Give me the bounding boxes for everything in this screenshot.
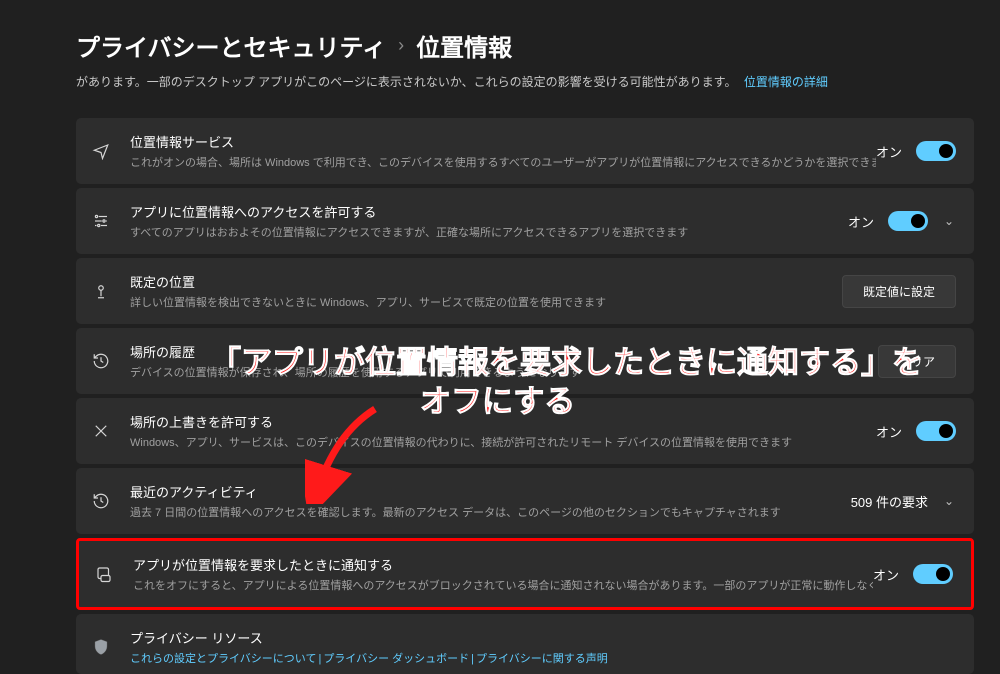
row-title: アプリが位置情報を要求したときに通知する (133, 555, 873, 574)
breadcrumb-parent[interactable]: プライバシーとセキュリティ (76, 28, 386, 63)
row-desc: これをオフにすると、アプリによる位置情報へのアクセスがブロックされている場合に通… (133, 577, 873, 593)
clear-button[interactable]: クリア (878, 345, 956, 378)
link-about-settings[interactable]: これらの設定とプライバシーについて (130, 653, 316, 665)
learn-more-link[interactable]: 位置情報の詳細 (744, 75, 828, 89)
row-recent-activity[interactable]: 最近のアクティビティ 過去 7 日間の位置情報へのアクセスを確認します。最新のア… (76, 468, 974, 534)
shield-icon (90, 636, 112, 658)
row-title: 既定の位置 (130, 272, 842, 291)
row-default-location: 既定の位置 詳しい位置情報を検出できないときに Windows、アプリ、サービス… (76, 258, 974, 324)
breadcrumb: プライバシーとセキュリティ › 位置情報 (76, 28, 1000, 63)
request-count: 509 件の要求 (851, 492, 928, 511)
cross-arrows-icon (90, 420, 112, 442)
row-title: 最近のアクティビティ (130, 482, 851, 501)
row-desc: デバイスの位置情報が保存され、場所の履歴を使用するアプリで利用できるようになりま… (130, 364, 878, 380)
toggle-state: オン (873, 565, 899, 584)
toggle-state: オン (848, 212, 874, 231)
row-desc: これがオンの場合、場所は Windows で利用でき、このデバイスを使用するすべ… (130, 154, 876, 170)
toggle-app-access[interactable] (888, 211, 928, 231)
row-title: 位置情報サービス (130, 132, 876, 151)
page-title: 位置情報 (416, 28, 512, 63)
row-desc: 過去 7 日間の位置情報へのアクセスを確認します。最新のアクセス データは、この… (130, 504, 851, 520)
toggle-location-service[interactable] (916, 141, 956, 161)
chevron-right-icon: › (398, 35, 404, 56)
chevron-down-icon[interactable]: ⌄ (942, 214, 956, 228)
privacy-links: これらの設定とプライバシーについて|プライバシー ダッシュボード|プライバシーに… (130, 650, 956, 666)
notification-icon (93, 563, 115, 585)
row-desc: 詳しい位置情報を検出できないときに Windows、アプリ、サービスで既定の位置… (130, 294, 842, 310)
row-title: 場所の上書きを許可する (130, 412, 876, 431)
row-title: アプリに位置情報へのアクセスを許可する (130, 202, 848, 221)
row-app-access[interactable]: アプリに位置情報へのアクセスを許可する すべてのアプリはおおよその位置情報にアク… (76, 188, 974, 254)
set-default-button[interactable]: 既定値に設定 (842, 275, 956, 308)
history-icon (90, 490, 112, 512)
row-desc: すべてのアプリはおおよその位置情報にアクセスできますが、正確な場所にアクセスでき… (130, 224, 848, 240)
toggle-override[interactable] (916, 421, 956, 441)
toggle-state: オン (876, 142, 902, 161)
row-desc: Windows、アプリ、サービスは、このデバイスの位置情報の代わりに、接続が許可… (130, 434, 876, 450)
chevron-down-icon[interactable]: ⌄ (942, 494, 956, 508)
link-statement[interactable]: プライバシーに関する声明 (476, 653, 608, 665)
row-title: プライバシー リソース (130, 628, 956, 647)
row-title: 場所の履歴 (130, 342, 878, 361)
sliders-icon (90, 210, 112, 232)
intro-text: があります。一部のデスクトップ アプリがこのページに表示されないか、これらの設定… (76, 73, 1000, 90)
row-privacy-resources: プライバシー リソース これらの設定とプライバシーについて|プライバシー ダッシ… (76, 614, 974, 674)
row-notify-request: アプリが位置情報を要求したときに通知する これをオフにすると、アプリによる位置情… (76, 538, 974, 610)
toggle-state: オン (876, 422, 902, 441)
row-override: 場所の上書きを許可する Windows、アプリ、サービスは、このデバイスの位置情… (76, 398, 974, 464)
location-arrow-icon (90, 140, 112, 162)
toggle-notify[interactable] (913, 564, 953, 584)
row-location-service[interactable]: 位置情報サービス これがオンの場合、場所は Windows で利用でき、このデバ… (76, 118, 974, 184)
location-pin-icon (90, 280, 112, 302)
history-icon (90, 350, 112, 372)
row-history: 場所の履歴 デバイスの位置情報が保存され、場所の履歴を使用するアプリで利用できる… (76, 328, 974, 394)
link-dashboard[interactable]: プライバシー ダッシュボード (323, 653, 469, 665)
